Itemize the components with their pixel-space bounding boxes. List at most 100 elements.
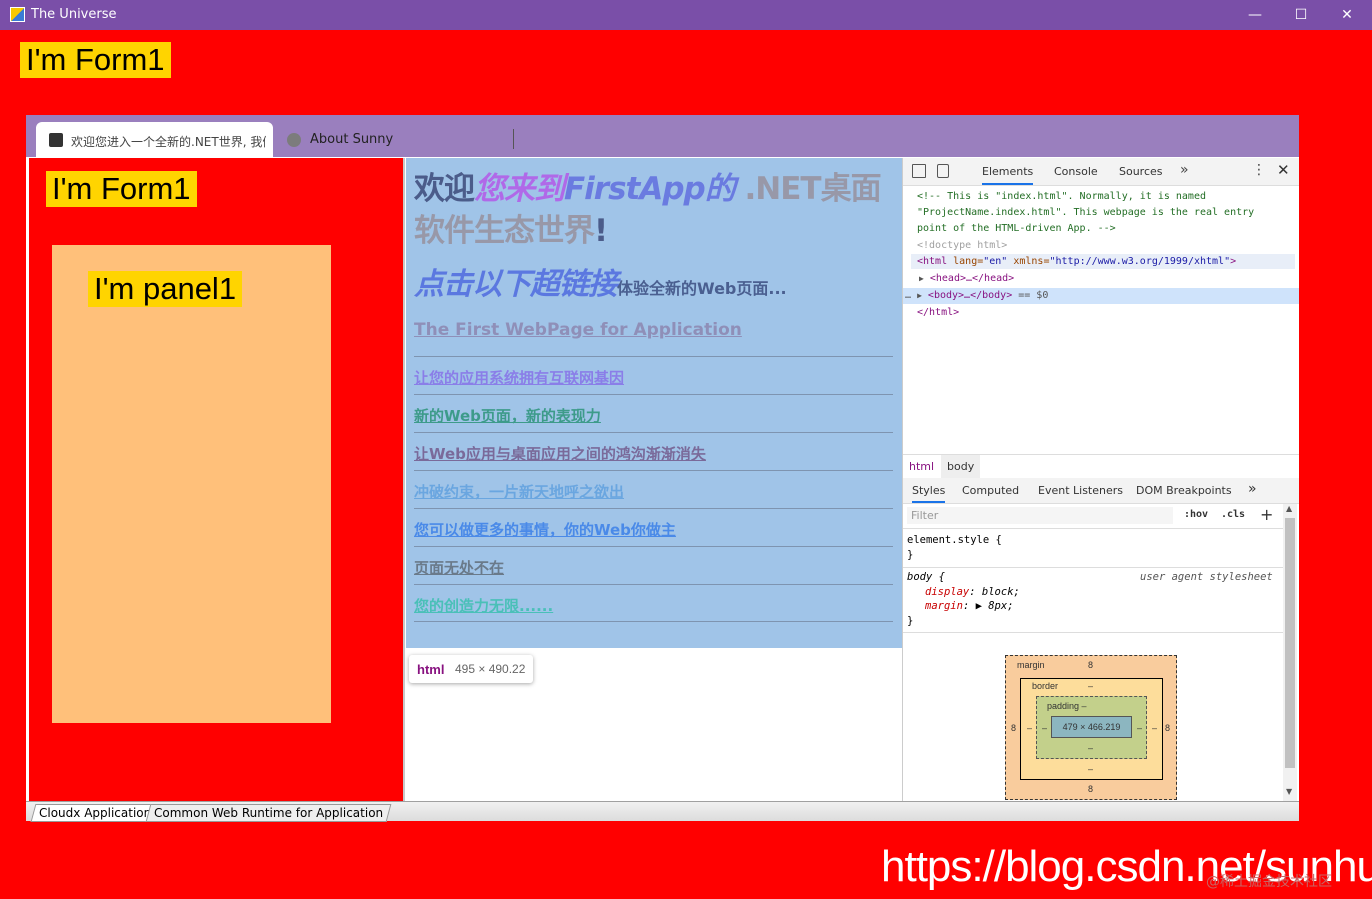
list-item: 页面无处不在 (414, 546, 893, 584)
body-rule: body { user agent stylesheet display: bl… (903, 568, 1283, 633)
app-icon (49, 133, 63, 147)
tab-event-listeners[interactable]: Event Listeners (1038, 484, 1123, 497)
styles-scrollbar[interactable]: ▲ ▼ (1283, 504, 1297, 801)
boxmodel-margin-right: 8 (1165, 723, 1171, 733)
boxmodel-margin-left: 8 (1011, 723, 1017, 733)
rule-brace: } (907, 615, 914, 627)
dom-html-close: </html> (917, 307, 960, 318)
maximize-button[interactable]: ☐ (1278, 0, 1324, 30)
tab-welcome[interactable]: 欢迎您进入一个全新的.NET世界, 我们 (36, 122, 273, 157)
browser-container: 欢迎您进入一个全新的.NET世界, 我们 About Sunny I'm For… (26, 115, 1299, 820)
window-titlebar: The Universe — ☐ ✕ (0, 0, 1372, 30)
link-item[interactable]: 您可以做更多的事情，你的Web你做主 (414, 521, 676, 539)
link-item[interactable]: 让Web应用与桌面应用之间的鸿沟渐渐消失 (414, 445, 706, 463)
dom-comment: <!-- This is "index.html". Normally, it … (917, 191, 1206, 202)
tooltip-tag: html (417, 662, 445, 677)
cls-toggle[interactable]: .cls (1221, 509, 1245, 520)
scroll-up-icon[interactable]: ▲ (1286, 504, 1292, 513)
expand-arrow-icon: ▶ (919, 274, 924, 283)
boxmodel-content: 479 × 466.219 (1051, 716, 1132, 738)
tab-title: About Sunny (310, 132, 394, 147)
expand-arrow-icon: ▶ (917, 291, 922, 300)
margin-declaration: margin: ▶ 8px; (925, 600, 1014, 612)
boxmodel-margin-top: 8 (1088, 660, 1094, 670)
tab-computed[interactable]: Computed (962, 484, 1019, 497)
panel1: I'm panel1 (52, 245, 331, 723)
tab-styles[interactable]: Styles (912, 484, 946, 503)
device-toggle-icon[interactable] (937, 164, 949, 178)
body-selector: body { (907, 571, 945, 583)
tab-sources[interactable]: Sources (1119, 165, 1163, 178)
close-button[interactable]: ✕ (1324, 0, 1370, 30)
element-style-rule: element.style { } (903, 531, 1283, 568)
main-link[interactable]: The First WebPage for Application (414, 320, 742, 340)
devtools-panel: Elements Console Sources » ⋮ ✕ <!-- This… (902, 158, 1299, 801)
tab-strip: 欢迎您进入一个全新的.NET世界, 我们 About Sunny (26, 115, 1299, 157)
list-item: 您的创造力无限...... (414, 584, 893, 622)
dom-html-node[interactable]: <html lang="en" xmlns="http://www.w3.org… (917, 253, 1236, 270)
breadcrumb-body[interactable]: body (941, 455, 981, 479)
scroll-down-icon[interactable]: ▼ (1286, 787, 1292, 796)
boxmodel-border-top: – (1088, 681, 1094, 691)
dom-head-node[interactable]: ▶ <head>…</head> (919, 270, 1014, 287)
list-item: 冲破约束，一片新天地呼之欲出 (414, 470, 893, 508)
styles-subtabs: Styles Computed Event Listeners DOM Brea… (903, 478, 1299, 504)
tab-separator (513, 129, 514, 149)
tab-about-sunny[interactable]: About Sunny (278, 122, 514, 157)
list-item: 您可以做更多的事情，你的Web你做主 (414, 508, 893, 546)
tab-console[interactable]: Console (1054, 165, 1098, 178)
boxmodel-padding-bottom: – (1088, 743, 1094, 753)
filter-input[interactable]: Filter (907, 507, 1173, 524)
more-tabs-icon[interactable]: » (1248, 481, 1257, 497)
app-icon (10, 7, 25, 22)
boxmodel-padding-right: – (1137, 723, 1143, 733)
rule-brace: } (907, 549, 914, 561)
breadcrumb-html[interactable]: html (909, 460, 934, 473)
tab-cloudx-application[interactable]: Cloudx Application (30, 804, 160, 822)
breadcrumb: html body (903, 454, 1299, 480)
watermark-credit: @稀土掘金技术社区 (1206, 874, 1332, 890)
kebab-menu-icon[interactable]: ⋮ (1252, 162, 1266, 178)
boxmodel-border-bottom: – (1088, 764, 1094, 774)
panel1-label: I'm panel1 (88, 271, 243, 307)
link-item[interactable]: 让您的应用系统拥有互联网基因 (414, 369, 624, 387)
new-rule-button[interactable]: + (1260, 505, 1273, 524)
link-item[interactable]: 您的创造力无限...... (414, 597, 553, 615)
web-page: 欢迎您来到FirstApp的 .NET桌面软件生态世界! 点击以下超链接体验全新… (406, 158, 902, 648)
tab-common-web-runtime[interactable]: Common Web Runtime for Application (145, 804, 392, 822)
minimize-button[interactable]: — (1232, 0, 1278, 30)
boxmodel-margin-label: margin (1017, 660, 1045, 670)
list-item: 让Web应用与桌面应用之间的鸿沟渐渐消失 (414, 432, 893, 470)
subheading: 点击以下超链接体验全新的Web页面... (414, 267, 787, 302)
dom-comment: "ProjectName.index.html". This webpage i… (917, 207, 1255, 218)
tab-elements[interactable]: Elements (982, 165, 1034, 185)
element-tooltip: html 495 × 490.22 (409, 655, 533, 683)
hov-toggle[interactable]: :hov (1184, 509, 1208, 520)
more-tabs-icon[interactable]: » (1180, 162, 1189, 178)
boxmodel-border-label: border (1032, 681, 1059, 691)
boxmodel-padding-left: – (1042, 723, 1048, 733)
boxmodel-border-left: – (1027, 723, 1033, 733)
dom-body-node[interactable]: … ▶ <body>…</body> == $0 (905, 287, 1048, 304)
form1-label: I'm Form1 (20, 42, 171, 78)
dom-doctype: <!doctype html> (917, 240, 1008, 251)
devtools-close-icon[interactable]: ✕ (1277, 161, 1290, 179)
inner-form1-label: I'm Form1 (46, 171, 197, 207)
window-title: The Universe (31, 7, 117, 22)
element-style-selector: element.style { (907, 534, 1002, 546)
devtools-toolbar: Elements Console Sources » ⋮ ✕ (903, 158, 1299, 186)
welcome-heading: 欢迎您来到FirstApp的 .NET桌面软件生态世界! (414, 171, 882, 249)
tab-dom-breakpoints[interactable]: DOM Breakpoints (1136, 484, 1232, 497)
scroll-thumb[interactable] (1285, 518, 1295, 768)
link-item[interactable]: 冲破约束，一片新天地呼之欲出 (414, 483, 624, 501)
tooltip-dims: 495 × 490.22 (455, 662, 526, 676)
boxmodel-padding-label: padding – (1047, 701, 1087, 711)
dom-comment: point of the HTML-driven App. --> (917, 223, 1116, 234)
boxmodel-margin-bottom: 8 (1088, 784, 1094, 794)
link-item[interactable]: 新的Web页面，新的表现力 (414, 407, 601, 425)
tab-title: 欢迎您进入一个全新的.NET世界, 我们 (71, 135, 266, 149)
styles-filter-bar: Filter :hov .cls + (903, 504, 1283, 529)
inspect-icon[interactable] (912, 164, 926, 178)
globe-icon (287, 133, 301, 147)
link-item[interactable]: 页面无处不在 (414, 559, 504, 577)
